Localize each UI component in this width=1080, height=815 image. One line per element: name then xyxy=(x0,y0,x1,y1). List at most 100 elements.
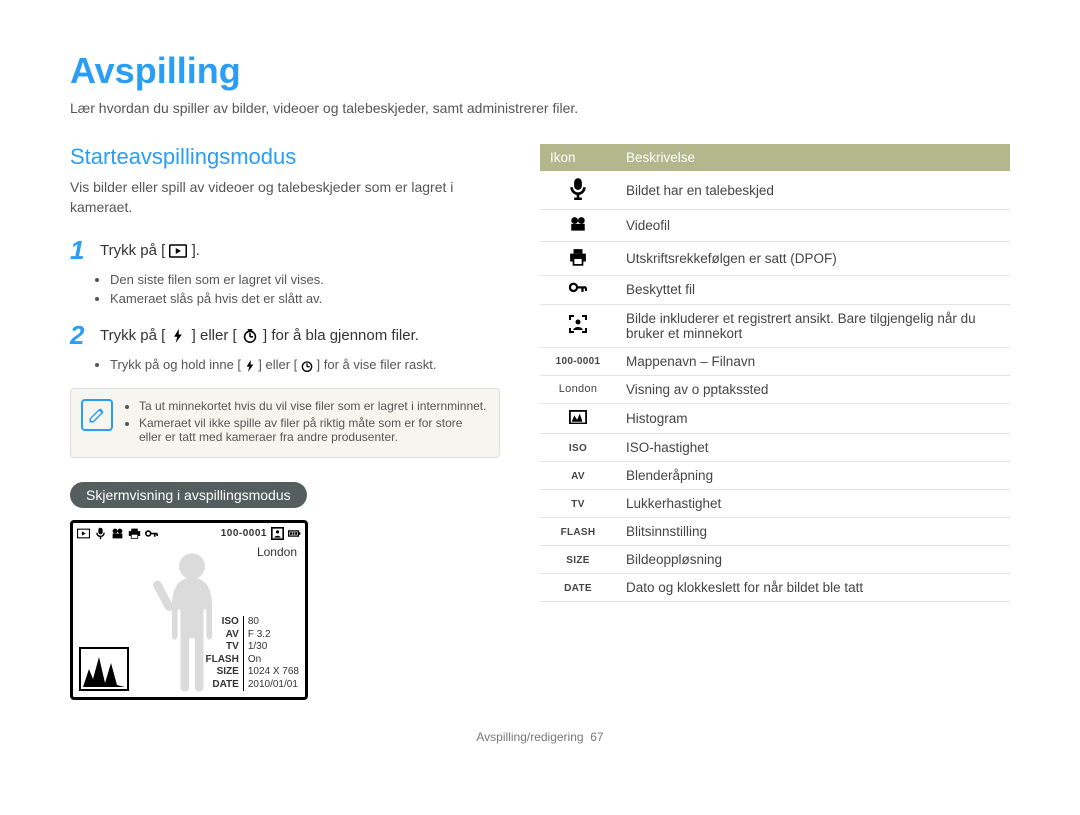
step-bullet: Den siste filen som er lagret vil vises. xyxy=(110,272,500,287)
play-icon xyxy=(77,527,90,540)
flash-text-icon: FLASH xyxy=(561,527,596,538)
info-value: F 3.2 xyxy=(244,629,271,642)
page-intro: Lær hvordan du spiller av bilder, videoe… xyxy=(70,100,1010,116)
face-icon xyxy=(569,315,587,331)
info-key: ISO xyxy=(199,616,244,629)
battery-icon xyxy=(288,527,301,540)
location-label: London xyxy=(257,545,297,559)
info-key: DATE xyxy=(199,679,244,692)
info-value: 1/30 xyxy=(244,641,267,654)
subsection-pill: Skjermvisning i avspillingsmodus xyxy=(70,482,307,508)
table-row: Beskyttet fil xyxy=(540,275,1010,304)
table-row: FLASH Blitsinnstilling xyxy=(540,518,1010,546)
print-icon xyxy=(128,527,141,540)
table-row: Utskriftsrekkefølgen er satt (DPOF) xyxy=(540,241,1010,275)
info-value: 1024 X 768 xyxy=(244,666,299,679)
key-icon xyxy=(145,527,158,540)
step-bullet: Trykk på og hold inne [ ] eller [ ] for … xyxy=(110,357,500,372)
page-footer: Avspilling/redigering 67 xyxy=(70,730,1010,744)
table-header: Ikon xyxy=(540,144,616,171)
step-2: 2 Trykk på [ ] eller [ ] for å bla gjenn… xyxy=(70,320,500,372)
av-text-icon: AV xyxy=(571,471,585,482)
section-subtitle: Vis bilder eller spill av videoer og tal… xyxy=(70,178,500,217)
info-key: AV xyxy=(199,629,244,642)
table-desc: Lukkerhastighet xyxy=(616,490,1010,518)
table-desc: Histogram xyxy=(616,403,1010,433)
location-text-icon: London xyxy=(559,383,598,395)
right-column: Ikon Beskrivelse Bildet har en talebeskj… xyxy=(540,144,1010,700)
step-text: Trykk på [ xyxy=(100,327,165,344)
table-desc: Utskriftsrekkefølgen er satt (DPOF) xyxy=(616,241,1010,275)
file-id-icon: 100-0001 xyxy=(556,356,601,367)
mic-icon xyxy=(94,527,107,540)
timer-icon xyxy=(301,360,313,372)
step-text: ] eller [ xyxy=(192,327,237,344)
tv-text-icon: TV xyxy=(571,499,584,510)
table-row: Bilde inkluderer et registrert ansikt. B… xyxy=(540,304,1010,347)
step-1: 1 Trykk på [ ]. Den siste filen som er l… xyxy=(70,235,500,306)
step-text: ]. xyxy=(192,242,200,259)
table-row: Histogram xyxy=(540,403,1010,433)
step-number: 1 xyxy=(70,235,92,266)
step-text: ] for å bla gjennom filer. xyxy=(263,327,419,344)
icon-description-table: Ikon Beskrivelse Bildet har en talebeskj… xyxy=(540,144,1010,602)
table-row: Bildet har en talebeskjed xyxy=(540,171,1010,210)
table-row: ISO ISO-hastighet xyxy=(540,434,1010,462)
table-desc: Bildet har en talebeskjed xyxy=(616,171,1010,210)
step-text: Trykk på [ xyxy=(100,242,165,259)
info-value: On xyxy=(244,654,261,667)
size-text-icon: SIZE xyxy=(566,555,589,566)
note-icon xyxy=(81,399,113,431)
footer-page-number: 67 xyxy=(590,730,603,744)
info-value: 80 xyxy=(244,616,259,629)
table-row: Videofil xyxy=(540,210,1010,242)
table-row: DATE Dato og klokkeslett for når bildet b… xyxy=(540,574,1010,602)
left-column: Starteavspillingsmodus Vis bilder eller … xyxy=(70,144,500,700)
movie-icon xyxy=(569,216,587,232)
table-row: 100-0001 Mappenavn – Filnavn xyxy=(540,347,1010,375)
table-desc: Blenderåpning xyxy=(616,462,1010,490)
info-value: 2010/01/01 xyxy=(244,679,298,692)
mic-icon xyxy=(569,177,587,193)
note-box: Ta ut minnekortet hvis du vil vise filer… xyxy=(70,388,500,458)
footer-label: Avspilling/redigering xyxy=(476,730,583,744)
section-title: Starteavspillingsmodus xyxy=(70,144,500,170)
date-text-icon: DATE xyxy=(564,583,592,594)
info-key: SIZE xyxy=(199,666,244,679)
table-desc: Visning av o pptakssted xyxy=(616,375,1010,403)
table-desc: Bilde inkluderer et registrert ansikt. B… xyxy=(616,304,1010,347)
table-row: London Visning av o pptakssted xyxy=(540,375,1010,403)
table-desc: Bildeoppløsning xyxy=(616,546,1010,574)
timer-icon xyxy=(241,329,259,343)
table-row: AV Blenderåpning xyxy=(540,462,1010,490)
info-block: ISO80 AVF 3.2 TV1/30 FLASHOn SIZE1024 X … xyxy=(199,616,299,691)
iso-text-icon: ISO xyxy=(569,443,587,454)
note-item: Ta ut minnekortet hvis du vil vise filer… xyxy=(139,399,487,413)
step-number: 2 xyxy=(70,320,92,351)
key-icon xyxy=(569,282,587,298)
step-bullet: Kameraet slås på hvis det er slått av. xyxy=(110,291,500,306)
play-icon xyxy=(169,244,187,258)
table-desc: Dato og klokkeslett for når bildet ble t… xyxy=(616,574,1010,602)
movie-icon xyxy=(111,527,124,540)
print-icon xyxy=(569,248,587,264)
table-header: Beskrivelse xyxy=(616,144,1010,171)
page-title: Avspilling xyxy=(70,50,1010,92)
table-desc: Videofil xyxy=(616,210,1010,242)
histogram-icon xyxy=(79,647,129,691)
face-icon xyxy=(271,527,284,540)
flash-icon xyxy=(169,329,187,343)
info-key: TV xyxy=(199,641,244,654)
table-desc: Mappenavn – Filnavn xyxy=(616,347,1010,375)
table-desc: Blitsinnstilling xyxy=(616,518,1010,546)
table-desc: ISO-hastighet xyxy=(616,434,1010,462)
file-id-label: 100-0001 xyxy=(221,528,267,539)
table-row: TV Lukkerhastighet xyxy=(540,490,1010,518)
note-item: Kameraet vil ikke spille av filer på rik… xyxy=(139,416,487,444)
histogram-icon xyxy=(569,410,587,426)
info-key: FLASH xyxy=(199,654,244,667)
playback-screen-preview: 100-0001 London ISO80 AVF 3.2 TV1/30 xyxy=(70,520,308,700)
flash-icon xyxy=(245,360,255,372)
table-desc: Beskyttet fil xyxy=(616,275,1010,304)
table-row: SIZE Bildeoppløsning xyxy=(540,546,1010,574)
